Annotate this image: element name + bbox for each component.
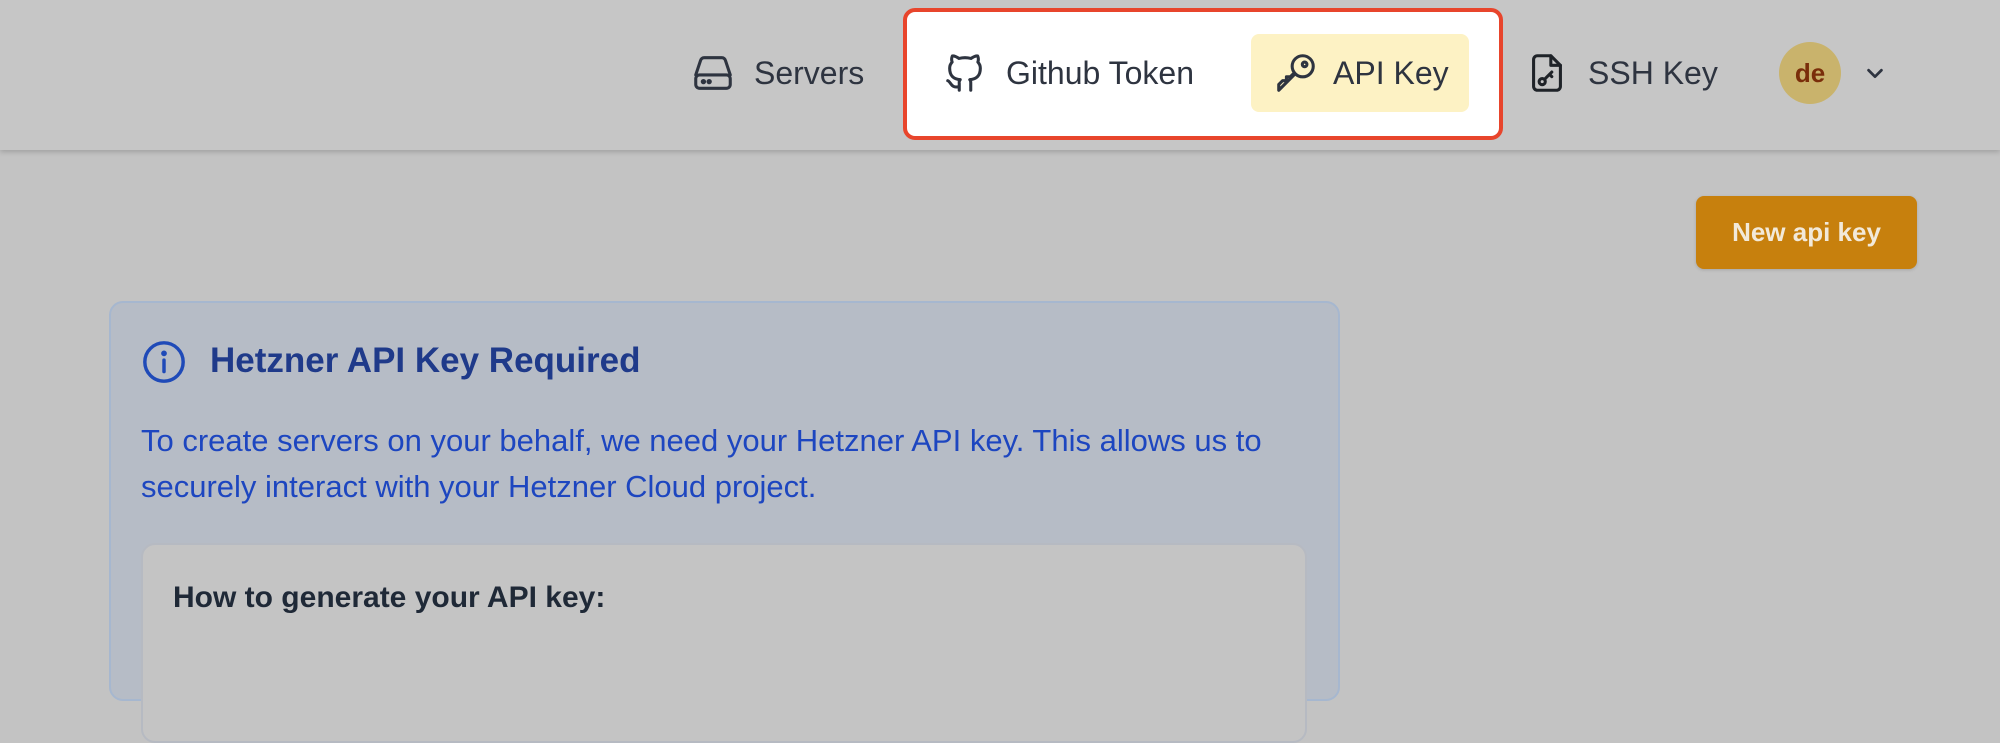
github-icon (946, 54, 982, 92)
api-key-info-card: Hetzner API Key Required To create serve… (109, 301, 1340, 743)
nav-github-label: Github Token (1006, 54, 1194, 91)
nav-ssh-key[interactable]: SSH Key (1524, 34, 1718, 112)
nav-servers-label: Servers (754, 54, 865, 91)
key-icon (1277, 54, 1315, 92)
new-api-key-button[interactable]: New api key (1696, 196, 1917, 269)
user-menu-toggle[interactable] (1860, 55, 1890, 91)
info-description: To create servers on your behalf, we nee… (141, 423, 1262, 504)
server-icon (694, 56, 732, 90)
top-nav-bar: Servers Github Token API Key SSH Key de (0, 0, 2000, 150)
nav-servers[interactable]: Servers (690, 34, 864, 112)
avatar-initials: de (1794, 57, 1826, 88)
nav-github-token[interactable]: Github Token (942, 34, 1194, 112)
chevron-down-icon (1867, 68, 1883, 79)
steps-card: How to generate your API key: (141, 543, 1307, 743)
info-title: Hetzner API Key Required (210, 341, 641, 380)
nav-api-key[interactable]: API Key (1251, 34, 1469, 112)
nav-ssh-label: SSH Key (1588, 54, 1718, 91)
info-icon (143, 341, 185, 383)
key-file-icon (1532, 54, 1562, 92)
avatar[interactable]: de (1779, 42, 1841, 104)
steps-title: How to generate your API key: (173, 581, 606, 614)
nav-api-label: API Key (1333, 54, 1449, 91)
